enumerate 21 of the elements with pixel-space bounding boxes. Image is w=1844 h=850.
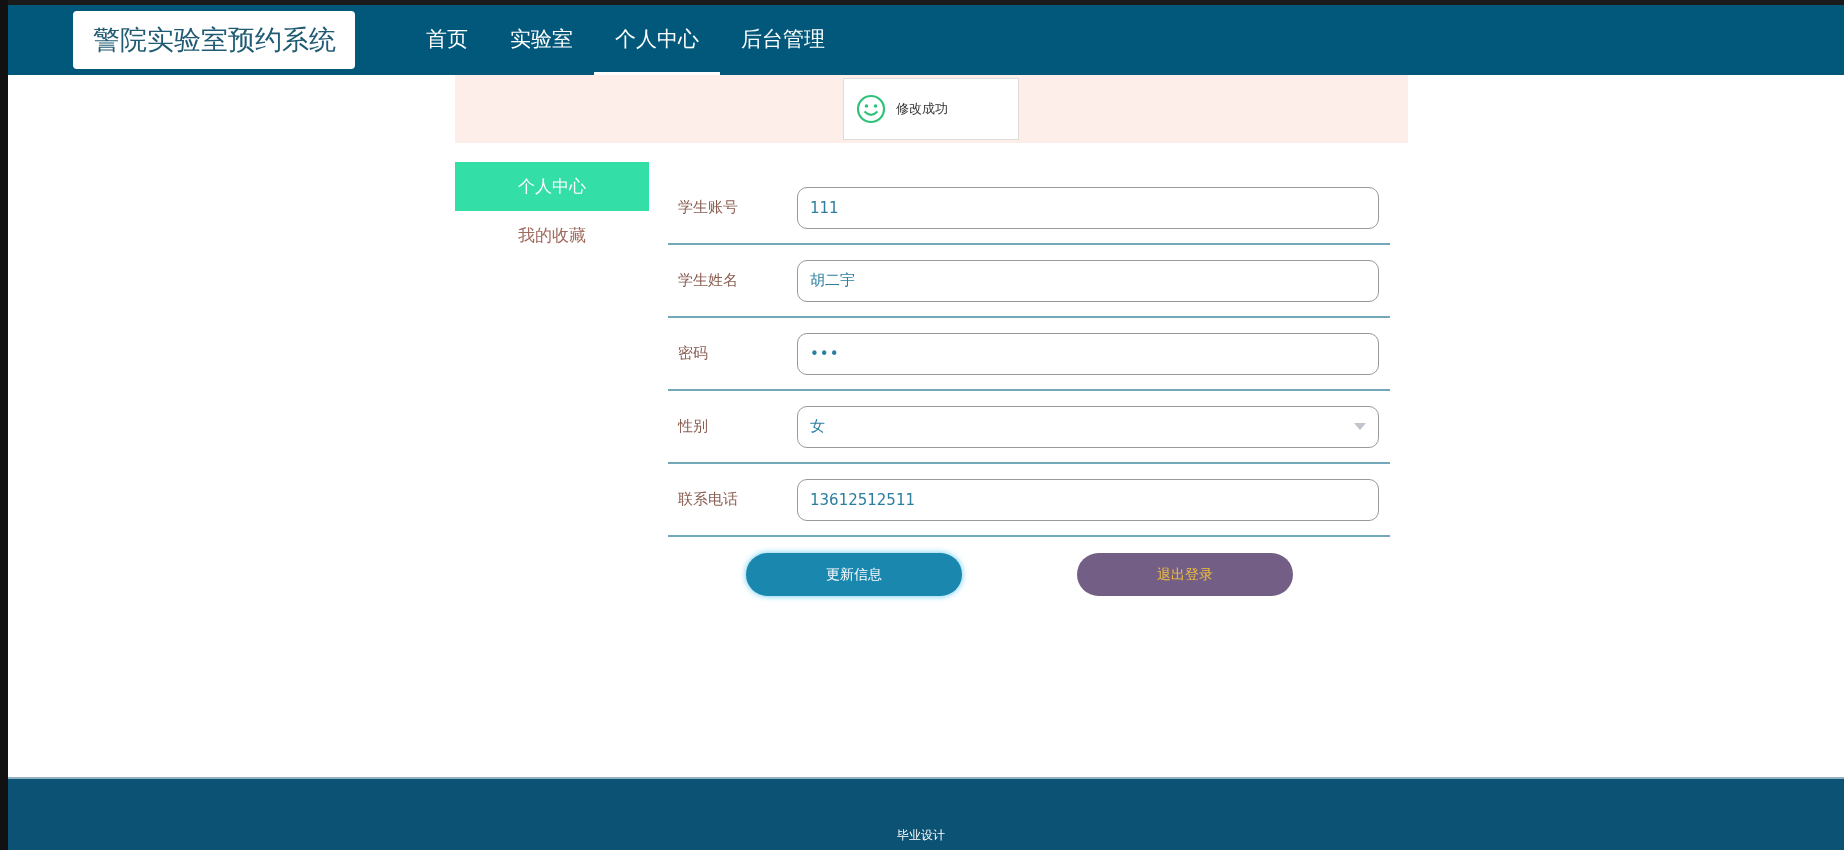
toast-message: 修改成功 [896, 100, 948, 118]
nav-link[interactable]: 实验室 [489, 5, 594, 75]
logout-button[interactable]: 退出登录 [1076, 553, 1293, 596]
smiley-icon [856, 94, 886, 124]
update-button[interactable]: 更新信息 [745, 553, 962, 596]
password-field[interactable]: ••• [797, 332, 1379, 375]
nav-link[interactable]: 首页 [405, 5, 489, 75]
footer-text: 毕业设计 [897, 827, 945, 844]
nav-link[interactable]: 后台管理 [720, 5, 846, 75]
site-logo[interactable]: 警院实验室预约系统 [73, 11, 355, 69]
input-field[interactable]: 111 [797, 186, 1379, 229]
select-field[interactable]: 女 [797, 405, 1379, 448]
field-label: 密码 [677, 344, 709, 363]
input-field[interactable]: 胡二宇 [797, 259, 1379, 302]
caret-icon [1354, 423, 1366, 430]
sidebar-item[interactable]: 我的收藏 [455, 211, 649, 260]
field-label: 学生姓名 [677, 271, 739, 290]
field-label: 学生账号 [677, 198, 739, 217]
field-label: 联系电话 [677, 490, 739, 509]
field-label: 性别 [676, 417, 709, 436]
input-field[interactable]: 13612512511 [797, 478, 1379, 521]
